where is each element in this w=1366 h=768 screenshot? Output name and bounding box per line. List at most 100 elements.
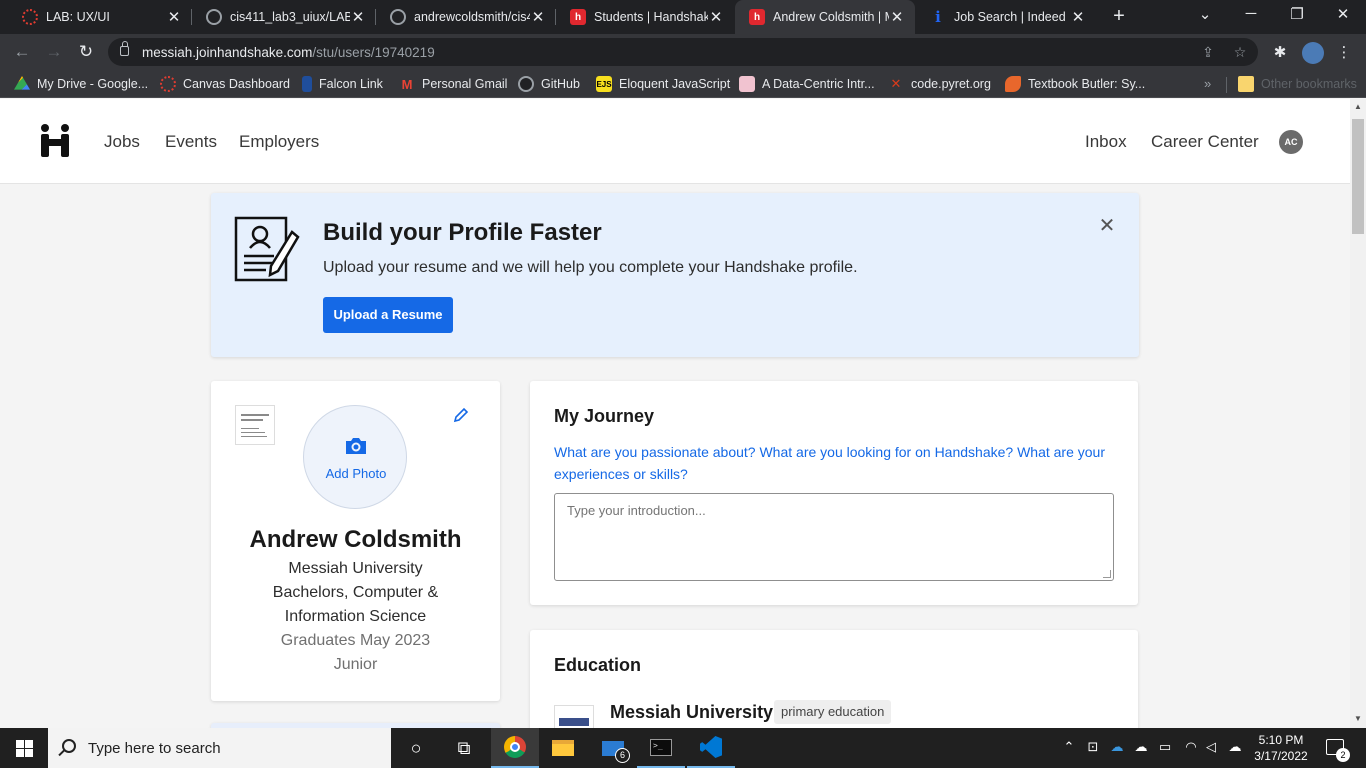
education-title: Education [554, 655, 642, 675]
terminal-taskbar-button[interactable]: >_ [637, 728, 685, 768]
bookmark-item[interactable]: Falcon Link [302, 76, 383, 92]
taskbar-clock[interactable]: 5:10 PM 3/17/2022 [1246, 732, 1316, 764]
browser-tab-strip: LAB: UX/UI ✕ cis411_lab3_uiux/LAB_ ✕ and… [0, 0, 1366, 34]
browser-profile-avatar[interactable] [1302, 42, 1324, 64]
close-icon[interactable]: ✕ [350, 8, 366, 26]
browser-tab[interactable]: h Students | Handshake ✕ [556, 0, 734, 34]
bookmark-label: A Data-Centric Intr... [762, 77, 875, 91]
folder-icon [1238, 76, 1254, 92]
add-photo-label: Add Photo [325, 466, 387, 481]
profile-major: Information Science [284, 608, 427, 625]
browser-tab-active[interactable]: h Andrew Coldsmith | M ✕ [735, 0, 915, 34]
close-icon[interactable]: ✕ [708, 8, 724, 26]
bookmark-star-icon[interactable]: ☆ [1232, 44, 1248, 60]
page-scrollbar[interactable]: ▲ ▼ [1350, 99, 1366, 728]
nav-career-center[interactable]: Career Center [1151, 132, 1259, 152]
bookmark-label: Textbook Butler: Sy... [1028, 77, 1146, 91]
bookmark-item[interactable]: Canvas Dashboard [160, 76, 290, 92]
close-icon[interactable]: ✕ [1070, 8, 1086, 26]
browser-menu-icon[interactable]: ⋮ [1334, 43, 1354, 63]
browser-tab[interactable]: i Job Search | Indeed ✕ [916, 0, 1096, 34]
handshake-icon: h [749, 9, 765, 25]
tab-title: andrewcoldsmith/cis4 [414, 10, 530, 24]
close-icon[interactable]: ✕ [530, 8, 546, 26]
bookmarks-overflow-icon[interactable]: » [1204, 76, 1211, 91]
profile-graduation: Graduates May 2023 [280, 632, 431, 649]
handshake-logo-icon[interactable] [41, 124, 71, 157]
browser-tab[interactable]: cis411_lab3_uiux/LAB_ ✕ [192, 0, 376, 34]
journey-title: My Journey [554, 406, 655, 426]
battery-icon[interactable]: ▭ [1156, 739, 1174, 755]
mail-taskbar-button[interactable]: 6 [589, 728, 637, 768]
lock-icon[interactable] [120, 41, 129, 56]
user-avatar[interactable]: AC [1279, 130, 1303, 154]
school-logo [235, 405, 275, 445]
onedrive-icon[interactable]: ☁ [1108, 739, 1126, 755]
search-icon [62, 739, 76, 753]
close-icon[interactable]: ✕ [889, 8, 905, 26]
extensions-icon[interactable]: ✱ [1270, 43, 1290, 63]
camera-icon [346, 438, 366, 454]
scroll-down-icon[interactable]: ▼ [1354, 715, 1362, 723]
start-pane [16, 740, 24, 748]
add-photo-button[interactable]: Add Photo [303, 405, 407, 509]
close-icon[interactable]: ✕ [1097, 216, 1117, 237]
scroll-up-icon[interactable]: ▲ [1354, 103, 1362, 111]
nav-inbox[interactable]: Inbox [1085, 132, 1127, 152]
minimize-icon[interactable]: ─ [1240, 5, 1262, 27]
logo-line [241, 428, 259, 429]
upload-resume-button[interactable]: Upload a Resume [323, 297, 453, 333]
url-path: /stu/users/19740219 [312, 45, 435, 60]
share-icon[interactable]: ⇪ [1200, 44, 1216, 60]
bookmark-item[interactable]: Textbook Butler: Sy... [1005, 76, 1145, 92]
tab-search-icon[interactable]: ⌄ [1194, 5, 1216, 27]
browser-tab[interactable]: andrewcoldsmith/cis4 ✕ [376, 0, 556, 34]
nav-jobs[interactable]: Jobs [104, 132, 140, 152]
bookmark-item[interactable]: EJS Eloquent JavaScript [596, 76, 730, 92]
start-pane [16, 749, 24, 757]
introduction-placeholder: Type your introduction... [567, 503, 706, 518]
pencil-icon[interactable] [453, 407, 469, 423]
onedrive-personal-icon[interactable]: ☁ [1132, 739, 1150, 755]
meet-now-icon[interactable]: ⊡ [1084, 739, 1102, 755]
profile-degree: Bachelors, Computer & [272, 584, 439, 601]
clock-date: 3/17/2022 [1254, 749, 1308, 763]
cortana-icon[interactable]: ○ [392, 728, 440, 768]
bookmark-item[interactable]: M Personal Gmail [399, 76, 508, 92]
restore-icon[interactable]: ❐ [1286, 5, 1308, 27]
github-icon [206, 9, 222, 25]
bookmark-item[interactable]: A Data-Centric Intr... [739, 76, 875, 92]
bookmark-item[interactable]: ✕ code.pyret.org [888, 76, 991, 92]
introduction-textarea[interactable]: Type your introduction... [554, 493, 1114, 581]
task-view-icon[interactable]: ⧉ [440, 728, 488, 768]
nav-events[interactable]: Events [165, 132, 217, 152]
other-bookmarks[interactable]: Other bookmarks [1238, 76, 1357, 92]
nav-employers[interactable]: Employers [239, 132, 319, 152]
reload-icon[interactable]: ↻ [76, 42, 96, 62]
close-window-icon[interactable]: ✕ [1332, 5, 1354, 27]
taskbar-search-input[interactable]: Type here to search [48, 728, 391, 768]
vscode-taskbar-button[interactable] [687, 728, 735, 768]
address-bar[interactable]: messiah.joinhandshake.com/stu/users/1974… [108, 38, 1258, 66]
chrome-icon [504, 736, 526, 758]
wifi-icon[interactable]: ◠ [1182, 739, 1200, 755]
education-school[interactable]: Messiah University [610, 702, 773, 723]
scrollbar-thumb[interactable] [1352, 119, 1364, 234]
bookmark-item[interactable]: GitHub [518, 76, 580, 92]
close-icon[interactable]: ✕ [166, 8, 182, 26]
browser-tab[interactable]: LAB: UX/UI ✕ [8, 0, 192, 34]
new-tab-button[interactable]: + [1108, 5, 1130, 29]
back-icon[interactable]: ← [12, 42, 32, 62]
volume-icon[interactable]: ◁ [1202, 739, 1220, 755]
cloud-sync-icon[interactable]: ☁ [1226, 739, 1244, 755]
resize-handle[interactable] [1103, 570, 1111, 578]
tray-chevron-icon[interactable]: ⌃ [1060, 739, 1078, 755]
url-text: messiah.joinhandshake.com/stu/users/1974… [142, 45, 435, 60]
primary-education-badge: primary education [774, 700, 892, 724]
tab-title: Andrew Coldsmith | M [773, 10, 889, 24]
file-explorer-button[interactable] [539, 728, 587, 768]
forward-icon[interactable]: → [44, 42, 64, 62]
chrome-taskbar-button[interactable] [491, 728, 539, 768]
windows-start-icon[interactable] [16, 740, 33, 757]
bookmark-item[interactable]: My Drive - Google... [14, 76, 148, 92]
